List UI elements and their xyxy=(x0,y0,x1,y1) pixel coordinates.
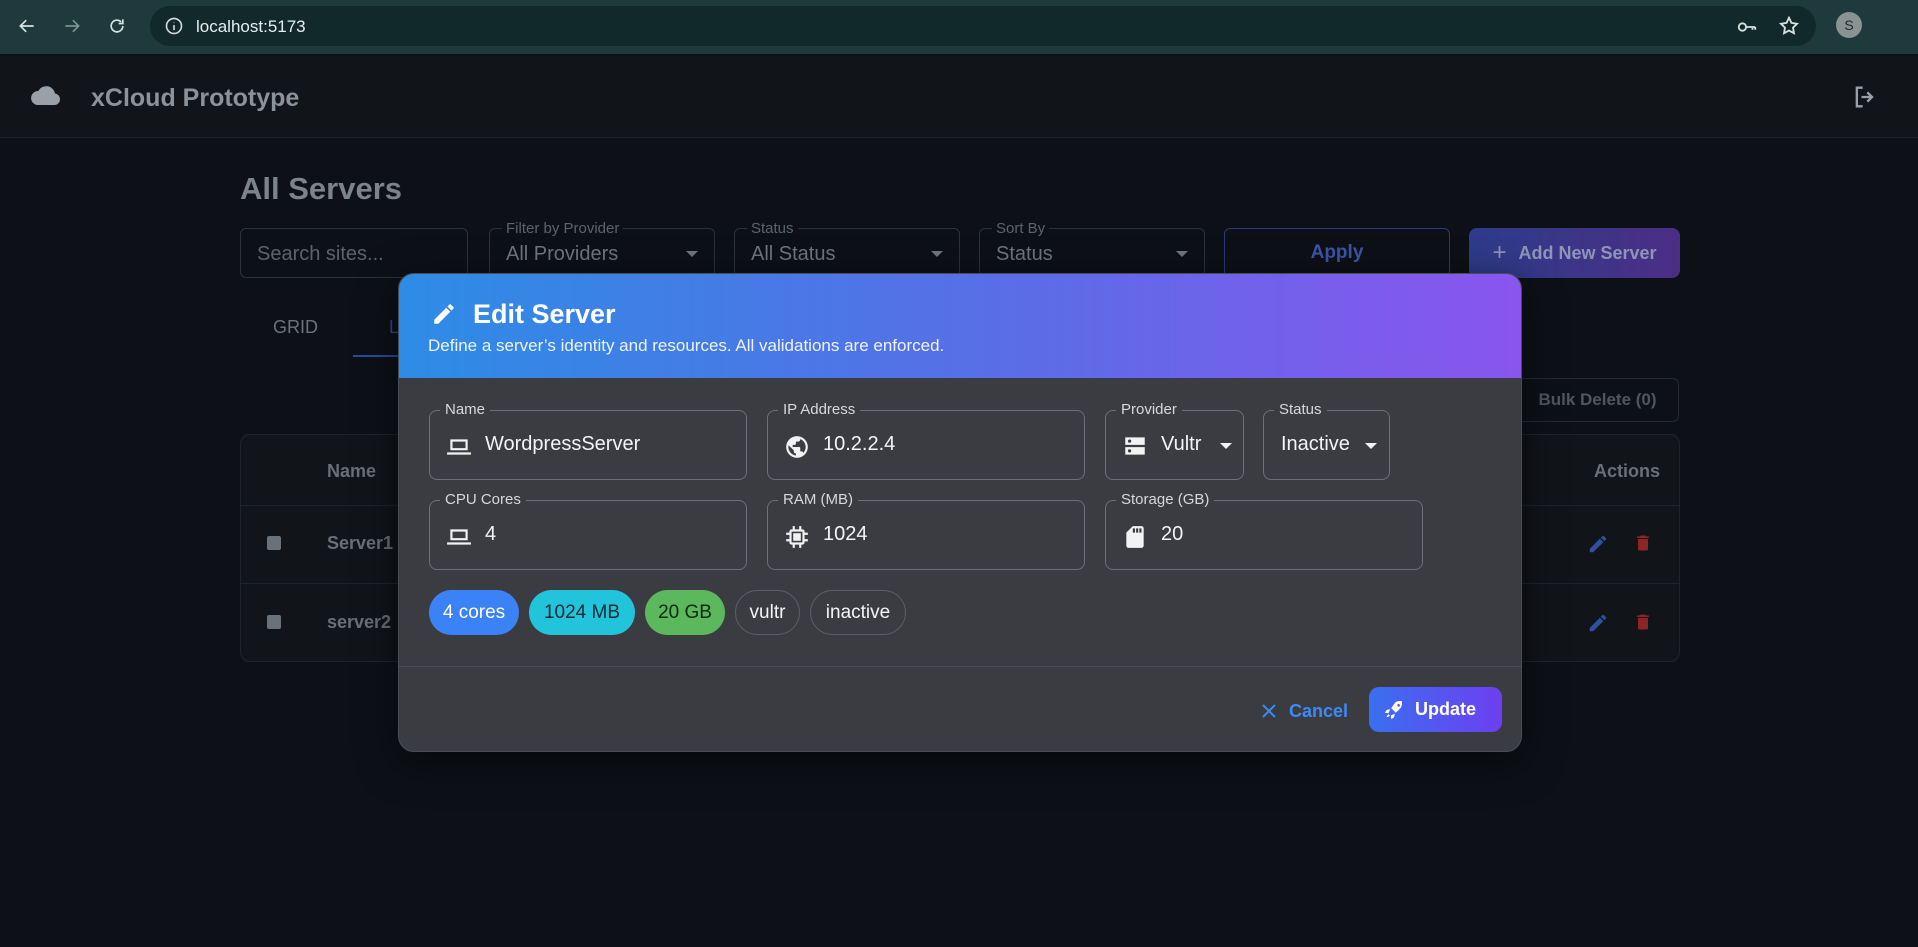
delete-trash-icon[interactable] xyxy=(1633,612,1653,634)
password-key-icon[interactable] xyxy=(1736,16,1758,36)
dialog-subtitle: Define a server’s identity and resources… xyxy=(428,336,945,355)
dialog-footer-divider xyxy=(399,666,1521,667)
sort-by-select[interactable]: Sort By Status xyxy=(979,220,1205,278)
search-placeholder: Search sites... xyxy=(257,243,384,265)
status-value: Inactive xyxy=(1281,433,1350,455)
ram-chip: 1024 MB xyxy=(529,590,635,635)
sd-card-icon xyxy=(1122,524,1148,548)
memory-chip-icon xyxy=(784,524,810,548)
storage-value[interactable]: 20 xyxy=(1161,523,1183,546)
provider-filter-select[interactable]: Filter by Provider All Providers xyxy=(489,220,715,278)
status-filter-value: All Status xyxy=(751,243,836,265)
name-label: Name xyxy=(440,401,491,418)
dialog-header: Edit Server Define a server’s identity a… xyxy=(399,274,1521,378)
ram-value[interactable]: 1024 xyxy=(823,523,868,546)
site-info-icon[interactable] xyxy=(164,16,184,36)
logout-icon[interactable] xyxy=(1851,83,1879,111)
provider-filter-value: All Providers xyxy=(506,243,619,265)
table-row-name: Server1 xyxy=(327,533,394,553)
provider-label: Provider xyxy=(1116,401,1182,418)
storage-label: Storage (GB) xyxy=(1116,491,1215,508)
browser-toolbar: localhost:5173 S xyxy=(0,0,1918,54)
provider-chip: vultr xyxy=(735,590,800,635)
laptop-icon xyxy=(446,524,472,548)
cpu-chip: 4 cores xyxy=(429,590,519,635)
ip-address-label: IP Address xyxy=(778,401,861,418)
update-label: Update xyxy=(1415,699,1477,719)
forward-icon[interactable] xyxy=(57,11,87,41)
status-label: Status xyxy=(1274,401,1327,418)
close-icon xyxy=(1261,703,1277,719)
dns-server-icon xyxy=(1122,433,1148,459)
address-bar[interactable]: localhost:5173 xyxy=(150,6,1816,46)
provider-filter-label: Filter by Provider xyxy=(502,220,624,237)
column-header-actions: Actions xyxy=(1594,461,1661,481)
bookmark-star-icon[interactable] xyxy=(1778,15,1800,37)
table-row-name: server2 xyxy=(327,612,392,632)
edit-pencil-icon[interactable] xyxy=(1587,612,1609,634)
app-header: xCloud Prototype xyxy=(0,56,1918,138)
cpu-cores-field[interactable]: CPU Cores 4 xyxy=(429,491,747,570)
delete-trash-icon[interactable] xyxy=(1633,533,1653,555)
bulk-delete-button[interactable]: Bulk Delete (0) xyxy=(1516,378,1679,422)
cpu-cores-value[interactable]: 4 xyxy=(485,523,496,546)
cpu-cores-label: CPU Cores xyxy=(440,491,526,508)
provider-value: Vultr xyxy=(1161,433,1202,455)
ram-field[interactable]: RAM (MB) 1024 xyxy=(767,491,1085,570)
add-new-server-button[interactable]: + Add New Server xyxy=(1469,228,1680,278)
cancel-button[interactable]: Cancel xyxy=(1257,689,1357,733)
chevron-down-icon xyxy=(931,251,943,257)
add-new-server-label: Add New Server xyxy=(1518,242,1657,263)
dialog-title: Edit Server xyxy=(473,299,616,329)
status-chip: inactive xyxy=(810,590,906,635)
sort-by-value: Status xyxy=(996,243,1053,265)
rocket-icon xyxy=(1383,699,1405,721)
profile-avatar[interactable]: S xyxy=(1836,12,1862,38)
globe-icon xyxy=(784,434,810,458)
status-select[interactable]: Status Inactive xyxy=(1263,401,1390,480)
chevron-down-icon xyxy=(1220,443,1232,449)
storage-field[interactable]: Storage (GB) 20 xyxy=(1105,491,1423,570)
update-button[interactable]: Update xyxy=(1369,687,1502,732)
storage-chip: 20 GB xyxy=(645,590,725,635)
edit-server-dialog: Edit Server Define a server’s identity a… xyxy=(398,273,1522,752)
app-title: xCloud Prototype xyxy=(91,84,300,112)
apply-button[interactable]: Apply xyxy=(1224,228,1450,278)
ram-label: RAM (MB) xyxy=(778,491,858,508)
column-header-name: Name xyxy=(327,461,377,481)
ip-address-field[interactable]: IP Address 10.2.2.4 xyxy=(767,401,1085,480)
status-filter-select[interactable]: Status All Status xyxy=(734,220,960,278)
search-input[interactable]: Search sites... xyxy=(240,228,468,278)
sort-by-label: Sort By xyxy=(992,220,1050,237)
status-filter-label: Status xyxy=(747,220,798,237)
edit-pencil-icon[interactable] xyxy=(1587,533,1609,555)
row-checkbox[interactable] xyxy=(267,536,281,550)
ip-address-value[interactable]: 10.2.2.4 xyxy=(823,433,895,456)
row-checkbox[interactable] xyxy=(267,615,281,629)
cancel-label: Cancel xyxy=(1289,700,1349,721)
url-text[interactable]: localhost:5173 xyxy=(196,17,306,37)
name-field[interactable]: Name WordpressServer xyxy=(429,401,747,480)
name-value[interactable]: WordpressServer xyxy=(485,433,640,456)
reload-icon[interactable] xyxy=(102,11,132,41)
plus-icon: + xyxy=(1492,239,1507,266)
pencil-icon xyxy=(431,301,457,327)
laptop-icon xyxy=(446,434,472,458)
page-title: All Servers xyxy=(240,171,402,206)
chevron-down-icon xyxy=(1365,443,1377,449)
chevron-down-icon xyxy=(686,251,698,257)
cloud-logo-icon xyxy=(30,83,62,109)
back-icon[interactable] xyxy=(12,11,42,41)
provider-select[interactable]: Provider Vultr xyxy=(1105,401,1244,480)
chevron-down-icon xyxy=(1176,251,1188,257)
tab-grid[interactable]: GRID xyxy=(273,317,318,338)
